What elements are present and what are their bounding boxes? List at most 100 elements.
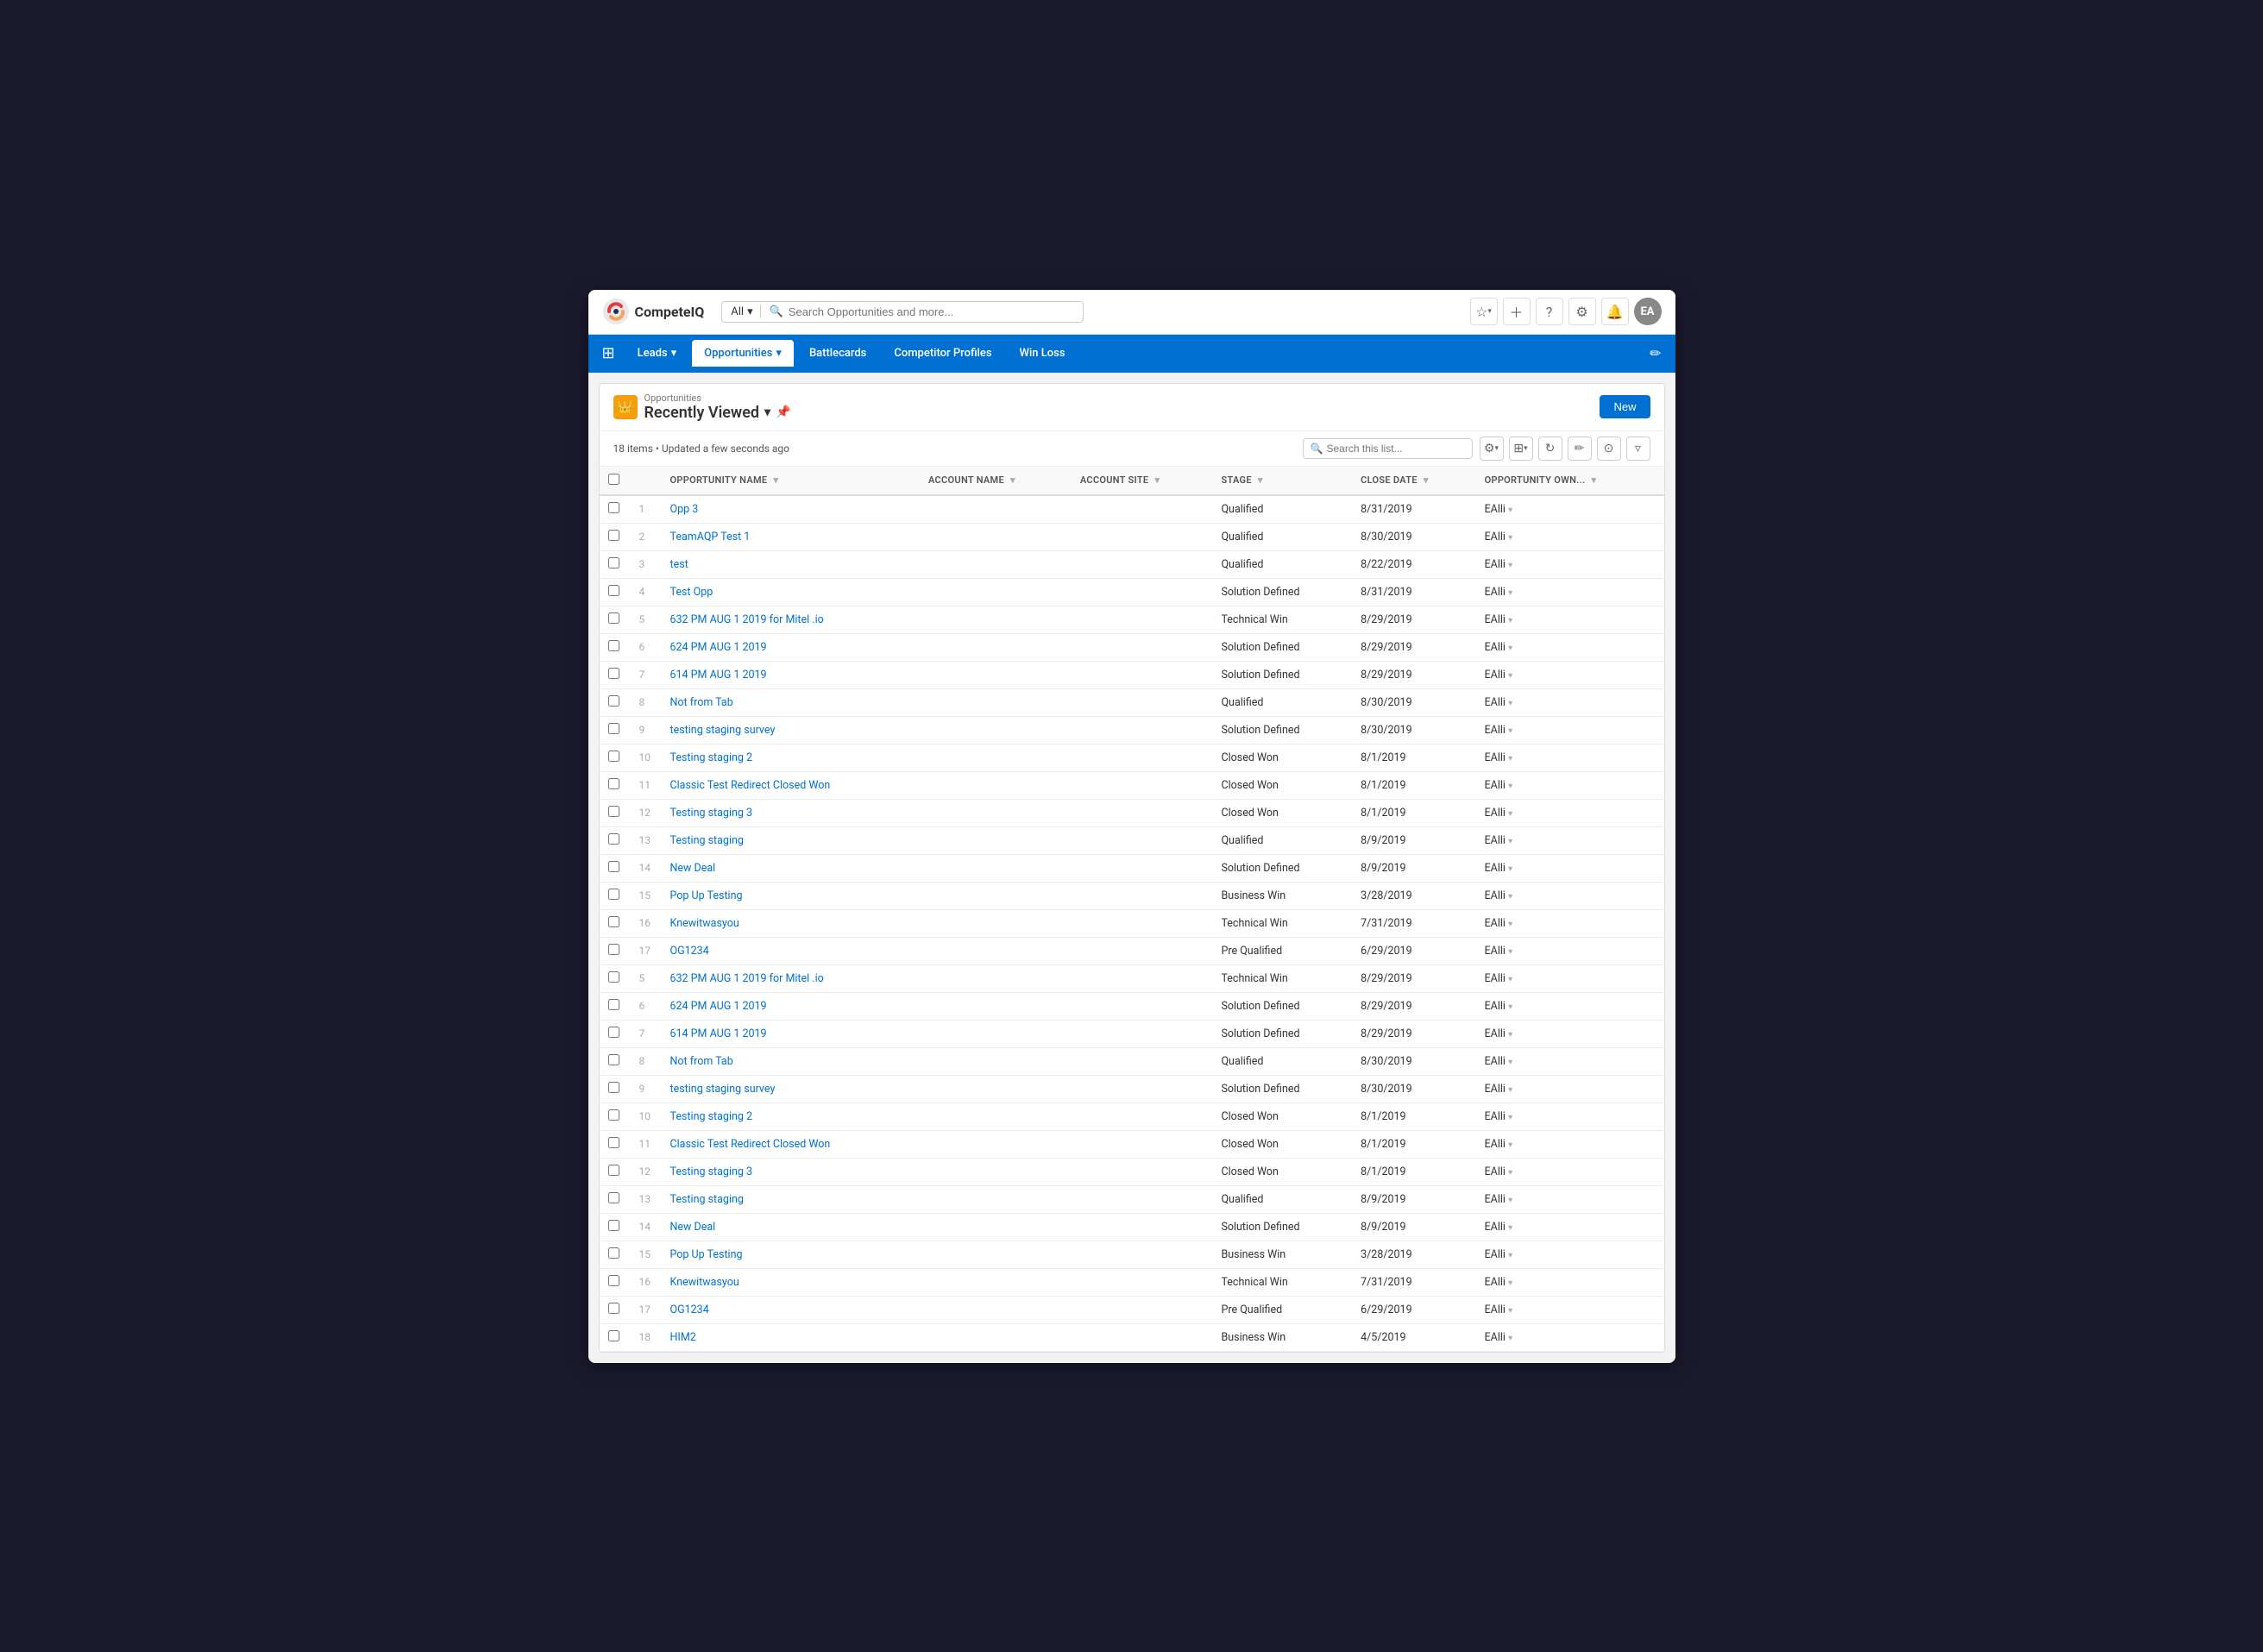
row-checkbox[interactable] — [608, 1109, 619, 1121]
nav-item-competitor-profiles[interactable]: Competitor Profiles — [882, 340, 1003, 367]
opportunity-link[interactable]: 614 PM AUG 1 2019 — [670, 669, 767, 682]
row-checkbox-cell[interactable] — [600, 854, 631, 882]
opportunity-link[interactable]: test — [670, 558, 688, 571]
opportunity-link[interactable]: testing staging survey — [670, 724, 776, 737]
row-opportunity-name[interactable]: Knewitwasyou — [662, 909, 921, 937]
row-dropdown-icon[interactable]: ▾ — [1508, 754, 1512, 763]
nav-edit-icon[interactable]: ✏ — [1650, 345, 1661, 361]
opportunity-link[interactable]: Classic Test Redirect Closed Won — [670, 1138, 831, 1151]
columns-button[interactable]: ⊞ ▾ — [1509, 437, 1533, 461]
row-checkbox-cell[interactable] — [600, 550, 631, 578]
row-opportunity-name[interactable]: Testing staging 2 — [662, 744, 921, 771]
row-checkbox-cell[interactable] — [600, 992, 631, 1020]
row-checkbox[interactable] — [608, 1082, 619, 1093]
nav-item-win-loss[interactable]: Win Loss — [1008, 340, 1078, 367]
row-checkbox-cell[interactable] — [600, 1158, 631, 1185]
row-opportunity-name[interactable]: TeamAQP Test 1 — [662, 523, 921, 550]
user-avatar[interactable]: EA — [1634, 298, 1662, 325]
row-opportunity-name[interactable]: Classic Test Redirect Closed Won — [662, 771, 921, 799]
opportunity-link[interactable]: Testing staging 3 — [670, 1165, 753, 1178]
opportunity-link[interactable]: Opp 3 — [670, 503, 699, 516]
row-checkbox-cell[interactable] — [600, 1185, 631, 1213]
row-checkbox-cell[interactable] — [600, 578, 631, 606]
row-checkbox-cell[interactable] — [600, 1020, 631, 1047]
row-checkbox[interactable] — [608, 999, 619, 1010]
row-checkbox[interactable] — [608, 1247, 619, 1259]
row-opportunity-name[interactable]: 632 PM AUG 1 2019 for Mitel .io — [662, 606, 921, 633]
opportunity-link[interactable]: Testing staging 3 — [670, 807, 753, 820]
row-dropdown-icon[interactable]: ▾ — [1508, 1251, 1512, 1260]
row-checkbox[interactable] — [608, 944, 619, 955]
row-checkbox-cell[interactable] — [600, 799, 631, 826]
row-checkbox-cell[interactable] — [600, 1241, 631, 1268]
row-dropdown-icon[interactable]: ▾ — [1508, 1030, 1512, 1040]
row-checkbox-cell[interactable] — [600, 937, 631, 964]
row-opportunity-name[interactable]: OG1234 — [662, 1296, 921, 1323]
opportunity-link[interactable]: Testing staging 2 — [670, 1110, 753, 1123]
row-checkbox[interactable] — [608, 971, 619, 983]
opportunity-link[interactable]: Not from Tab — [670, 696, 733, 709]
col-header-name[interactable]: OPPORTUNITY NAME ▾ — [662, 467, 921, 495]
row-opportunity-name[interactable]: Testing staging 2 — [662, 1102, 921, 1130]
row-checkbox[interactable] — [608, 1275, 619, 1286]
row-checkbox[interactable] — [608, 1054, 619, 1065]
row-opportunity-name[interactable]: 624 PM AUG 1 2019 — [662, 992, 921, 1020]
search-input[interactable] — [789, 305, 1074, 318]
row-opportunity-name[interactable]: Testing staging — [662, 826, 921, 854]
row-checkbox-cell[interactable] — [600, 882, 631, 909]
select-all-header[interactable] — [600, 467, 631, 495]
row-checkbox[interactable] — [608, 1303, 619, 1314]
row-dropdown-icon[interactable]: ▾ — [1508, 1140, 1512, 1150]
row-checkbox-cell[interactable] — [600, 495, 631, 524]
col-header-account-site[interactable]: ACCOUNT SITE ▾ — [1072, 467, 1213, 495]
row-checkbox[interactable] — [608, 833, 619, 845]
opportunity-link[interactable]: Knewitwasyou — [670, 917, 739, 930]
opportunity-link[interactable]: Test Opp — [670, 586, 713, 599]
opportunity-link[interactable]: OG1234 — [670, 945, 709, 958]
row-dropdown-icon[interactable]: ▾ — [1508, 533, 1512, 543]
row-checkbox[interactable] — [608, 889, 619, 900]
row-dropdown-icon[interactable]: ▾ — [1508, 1168, 1512, 1178]
nav-item-battlecards[interactable]: Battlecards — [797, 340, 878, 367]
row-dropdown-icon[interactable]: ▾ — [1508, 616, 1512, 625]
row-checkbox[interactable] — [608, 1165, 619, 1176]
row-dropdown-icon[interactable]: ▾ — [1508, 1085, 1512, 1095]
row-checkbox[interactable] — [608, 806, 619, 817]
row-checkbox[interactable] — [608, 502, 619, 513]
row-checkbox-cell[interactable] — [600, 688, 631, 716]
opportunity-link[interactable]: Testing staging — [670, 834, 744, 847]
row-dropdown-icon[interactable]: ▾ — [1508, 1058, 1512, 1067]
row-dropdown-icon[interactable]: ▾ — [1508, 892, 1512, 901]
col-header-close-date[interactable]: CLOSE DATE ▾ — [1352, 467, 1475, 495]
row-checkbox-cell[interactable] — [600, 1268, 631, 1296]
row-opportunity-name[interactable]: Not from Tab — [662, 1047, 921, 1075]
row-checkbox-cell[interactable] — [600, 1323, 631, 1351]
opportunity-link[interactable]: Testing staging 2 — [670, 751, 753, 764]
opportunity-link[interactable]: Testing staging — [670, 1193, 744, 1206]
row-opportunity-name[interactable]: test — [662, 550, 921, 578]
row-dropdown-icon[interactable]: ▾ — [1508, 1196, 1512, 1205]
row-opportunity-name[interactable]: HIM2 — [662, 1323, 921, 1351]
favorites-button[interactable]: ☆ ▾ — [1470, 298, 1498, 325]
row-dropdown-icon[interactable]: ▾ — [1508, 1278, 1512, 1288]
row-checkbox[interactable] — [608, 1220, 619, 1231]
row-opportunity-name[interactable]: Classic Test Redirect Closed Won — [662, 1130, 921, 1158]
row-checkbox-cell[interactable] — [600, 523, 631, 550]
row-checkbox-cell[interactable] — [600, 1102, 631, 1130]
nav-item-leads[interactable]: Leads ▾ — [625, 340, 689, 367]
row-dropdown-icon[interactable]: ▾ — [1508, 947, 1512, 957]
nav-item-opportunities[interactable]: Opportunities ▾ — [692, 340, 794, 367]
row-checkbox-cell[interactable] — [600, 661, 631, 688]
row-dropdown-icon[interactable]: ▾ — [1508, 809, 1512, 819]
row-checkbox[interactable] — [608, 751, 619, 762]
select-all-checkbox[interactable] — [608, 474, 619, 485]
row-dropdown-icon[interactable]: ▾ — [1508, 1306, 1512, 1316]
row-checkbox[interactable] — [608, 1330, 619, 1341]
notifications-button[interactable]: 🔔 — [1601, 298, 1629, 325]
row-opportunity-name[interactable]: Test Opp — [662, 578, 921, 606]
row-opportunity-name[interactable]: New Deal — [662, 854, 921, 882]
row-opportunity-name[interactable]: Opp 3 — [662, 495, 921, 524]
opportunity-link[interactable]: 632 PM AUG 1 2019 for Mitel .io — [670, 972, 824, 985]
row-checkbox[interactable] — [608, 1192, 619, 1203]
row-opportunity-name[interactable]: 624 PM AUG 1 2019 — [662, 633, 921, 661]
